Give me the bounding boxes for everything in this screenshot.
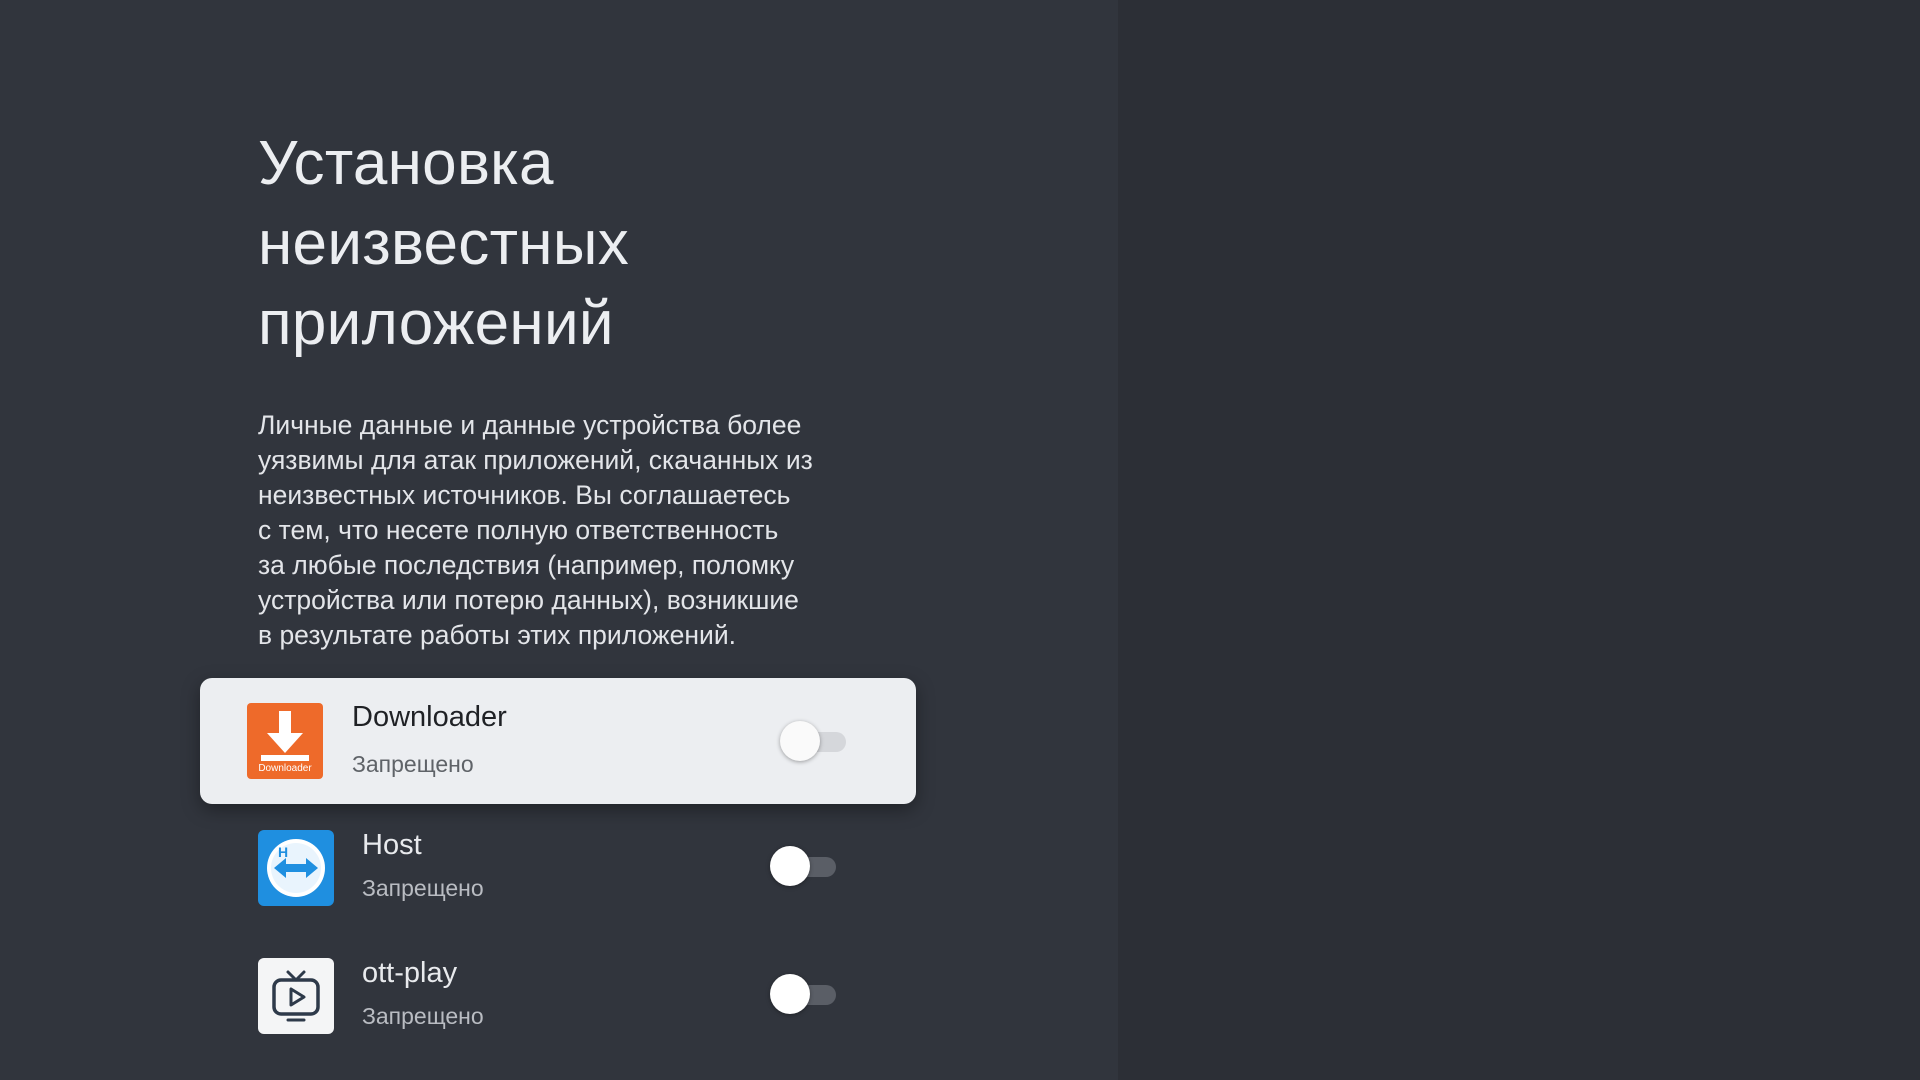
page-title-line: приложений xyxy=(258,289,614,358)
svg-text:H: H xyxy=(278,844,288,860)
toggle-thumb xyxy=(770,846,810,886)
app-name: Host xyxy=(362,829,422,861)
install-permission-toggle[interactable] xyxy=(770,842,842,890)
teamviewer-host-icon: H xyxy=(258,830,334,906)
page-title-line: Установка xyxy=(258,129,554,198)
app-status: Запрещено xyxy=(352,751,474,777)
description-line: устройства или потерю данных), возникшие xyxy=(258,585,799,615)
warning-description: Личные данные и данные устройства более … xyxy=(258,408,878,653)
app-row-host[interactable]: H Host Запрещено xyxy=(200,808,916,934)
toggle-thumb xyxy=(780,721,820,761)
app-status: Запрещено xyxy=(362,875,484,901)
app-name: ott-play xyxy=(362,957,458,989)
description-line: с тем, что несете полную ответственность xyxy=(258,515,779,545)
description-line: неизвестных источников. Вы соглашаетесь xyxy=(258,480,791,510)
install-permission-toggle[interactable] xyxy=(770,970,842,1018)
tv-play-icon xyxy=(272,970,320,1022)
description-line: Личные данные и данные устройства более xyxy=(258,410,802,440)
toggle-thumb xyxy=(770,974,810,1014)
app-status: Запрещено xyxy=(362,1003,484,1029)
downloader-icon-text: Downloader xyxy=(258,763,312,774)
app-row-ott-play[interactable]: ott-play Запрещено xyxy=(200,936,916,1062)
background-area xyxy=(1118,0,1920,1080)
description-line: за любые последствия (например, поломку xyxy=(258,550,795,580)
page-title: Установка неизвестных приложений xyxy=(258,124,878,364)
description-line: уязвимы для атак приложений, скачанных и… xyxy=(258,445,813,475)
app-name: Downloader xyxy=(352,701,507,733)
description-line: в результате работы этих приложений. xyxy=(258,620,736,650)
host-arrows-icon: H xyxy=(267,839,325,897)
app-row-downloader[interactable]: Downloader Downloader Запрещено xyxy=(200,678,916,804)
ott-play-tv-icon xyxy=(258,958,334,1034)
install-permission-toggle[interactable] xyxy=(780,717,852,765)
page-title-line: неизвестных xyxy=(258,209,630,278)
downloader-icon: Downloader xyxy=(247,703,323,779)
